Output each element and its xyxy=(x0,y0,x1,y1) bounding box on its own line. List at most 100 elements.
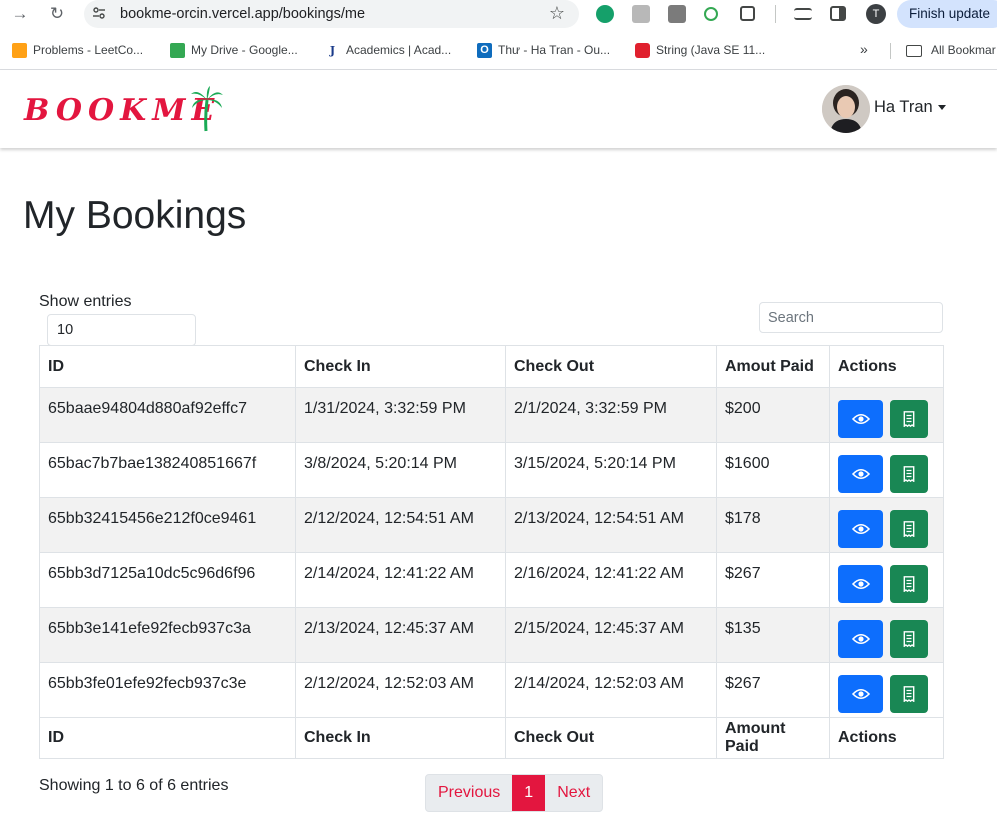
search-input[interactable] xyxy=(759,302,943,333)
extensions-puzzle-icon[interactable] xyxy=(740,6,755,21)
booking-id: 65bb32415456e212f0ce9461 xyxy=(39,497,296,553)
column-header-check-in[interactable]: Check In xyxy=(295,345,506,388)
extension-link-icon[interactable] xyxy=(704,7,718,21)
check-in-date: 2/14/2024, 12:41:22 AM xyxy=(295,552,506,608)
row-actions xyxy=(829,607,944,663)
site-settings-icon[interactable] xyxy=(92,6,106,20)
bookmark-label: Problems - LeetCo... xyxy=(33,43,144,57)
page-1-button[interactable]: 1 xyxy=(512,775,546,811)
toolbar-divider xyxy=(775,5,776,23)
row-actions xyxy=(829,662,944,718)
booking-id: 65bac7b7bae138240851667f xyxy=(39,442,296,498)
user-photo-icon xyxy=(822,85,870,133)
column-header-check-out[interactable]: Check Out xyxy=(505,345,717,388)
footer-check-out: Check Out xyxy=(505,717,717,759)
table-row: 65bb3e141efe92fecb937c3a 2/13/2024, 12:45… xyxy=(39,607,944,663)
previous-page-button[interactable]: Previous xyxy=(426,775,512,811)
footer-check-in: Check In xyxy=(295,717,506,759)
grammarly-icon[interactable] xyxy=(596,5,614,23)
check-out-date: 3/15/2024, 5:20:14 PM xyxy=(505,442,717,498)
receipt-button[interactable] xyxy=(890,400,928,438)
column-header-actions[interactable]: Actions xyxy=(829,345,944,388)
user-name: Ha Tran xyxy=(874,98,933,116)
receipt-button[interactable] xyxy=(890,675,928,713)
page-title: My Bookings xyxy=(23,194,247,237)
leetcode-icon xyxy=(12,43,27,58)
bookmark-label: Thư - Ha Tran - Ou... xyxy=(498,43,611,57)
palm-tree-icon xyxy=(191,86,223,132)
check-in-date: 2/13/2024, 12:45:37 AM xyxy=(295,607,506,663)
row-actions xyxy=(829,497,944,553)
receipt-button[interactable] xyxy=(890,510,928,548)
column-header-id[interactable]: ID xyxy=(39,345,296,388)
bookmark-leetcode[interactable]: Problems - LeetCo... xyxy=(12,41,143,59)
check-out-date: 2/1/2024, 3:32:59 PM xyxy=(505,387,717,443)
check-in-date: 3/8/2024, 5:20:14 PM xyxy=(295,442,506,498)
amount-paid: $267 xyxy=(716,552,830,608)
forward-icon[interactable]: → xyxy=(9,3,31,25)
footer-id: ID xyxy=(39,717,296,759)
bookmark-java-string[interactable]: String (Java SE 11... xyxy=(635,41,765,59)
bookmarks-divider xyxy=(890,43,891,59)
receipt-button[interactable] xyxy=(890,565,928,603)
amount-paid: $267 xyxy=(716,662,830,718)
pagination: Previous 1 Next xyxy=(425,774,604,812)
bookmark-academics[interactable]: J Academics | Acad... xyxy=(325,41,451,59)
profile-avatar-icon[interactable]: T xyxy=(866,4,886,24)
receipt-button[interactable] xyxy=(890,455,928,493)
finish-update-button[interactable]: Finish update xyxy=(897,0,997,28)
oracle-icon xyxy=(635,43,650,58)
view-booking-button[interactable] xyxy=(838,400,883,438)
j-icon: J xyxy=(329,44,336,57)
table-row: 65bb3d7125a10dc5c96d6f96 2/14/2024, 12:41… xyxy=(39,552,944,608)
app-navbar: BOOKME Ha Tran xyxy=(0,70,997,148)
amount-paid: $1600 xyxy=(716,442,830,498)
table-row: 65bb32415456e212f0ce9461 2/12/2024, 12:54… xyxy=(39,497,944,553)
booking-id: 65baae94804d880af92effc7 xyxy=(39,387,296,443)
bookings-table: ID Check In Check Out Amout Paid Actions… xyxy=(39,345,944,759)
amount-paid: $178 xyxy=(716,497,830,553)
bookmark-google-drive[interactable]: My Drive - Google... xyxy=(170,41,298,59)
view-booking-button[interactable] xyxy=(838,620,883,658)
extension-r-icon[interactable] xyxy=(632,5,650,23)
row-actions xyxy=(829,552,944,608)
footer-amount: Amount Paid xyxy=(716,717,830,759)
bookmarks-bar: Problems - LeetCo... My Drive - Google..… xyxy=(0,38,997,62)
column-header-amount[interactable]: Amout Paid xyxy=(716,345,830,388)
table-row: 65bac7b7bae138240851667f 3/8/2024, 5:20:1… xyxy=(39,442,944,498)
avatar[interactable] xyxy=(822,85,870,133)
amount-paid: $200 xyxy=(716,387,830,443)
table-footer-row: ID Check In Check Out Amount Paid Action… xyxy=(39,717,944,759)
bookmark-label: My Drive - Google... xyxy=(191,43,298,57)
table-row: 65bb3fe01efe92fecb937c3e 2/12/2024, 12:52… xyxy=(39,662,944,718)
google-drive-icon xyxy=(170,43,185,58)
view-booking-button[interactable] xyxy=(838,565,883,603)
check-in-date: 1/31/2024, 3:32:59 PM xyxy=(295,387,506,443)
check-out-date: 2/16/2024, 12:41:22 AM xyxy=(505,552,717,608)
browser-chrome: → ↻ bookme-orcin.vercel.app/bookings/me … xyxy=(0,0,997,70)
show-entries-label: Show entries xyxy=(39,293,132,310)
more-bookmarks-chevron-icon[interactable]: » xyxy=(860,41,868,57)
all-bookmarks-folder[interactable]: All Bookmar xyxy=(906,41,996,59)
receipt-button[interactable] xyxy=(890,620,928,658)
view-booking-button[interactable] xyxy=(838,675,883,713)
dropdown-caret-icon xyxy=(938,105,946,110)
table-row: 65baae94804d880af92effc7 1/31/2024, 3:32:… xyxy=(39,387,944,443)
page-length-select[interactable] xyxy=(47,314,196,346)
bookmark-label: Academics | Acad... xyxy=(346,43,452,57)
table-header-row: ID Check In Check Out Amout Paid Actions xyxy=(39,345,944,388)
address-bar[interactable]: bookme-orcin.vercel.app/bookings/me ☆ xyxy=(84,0,579,28)
check-out-date: 2/13/2024, 12:54:51 AM xyxy=(505,497,717,553)
extension-butterfly-icon[interactable] xyxy=(668,5,686,23)
view-booking-button[interactable] xyxy=(838,510,883,548)
check-in-date: 2/12/2024, 12:54:51 AM xyxy=(295,497,506,553)
bookmark-outlook[interactable]: O Thư - Ha Tran - Ou... xyxy=(477,41,610,59)
view-booking-button[interactable] xyxy=(838,455,883,493)
reading-list-icon[interactable] xyxy=(794,8,812,20)
next-page-button[interactable]: Next xyxy=(545,775,602,811)
url-text[interactable]: bookme-orcin.vercel.app/bookings/me xyxy=(120,6,365,22)
side-panel-icon[interactable] xyxy=(830,6,846,21)
amount-paid: $135 xyxy=(716,607,830,663)
bookmark-star-icon[interactable]: ☆ xyxy=(549,3,565,24)
reload-icon[interactable]: ↻ xyxy=(46,3,68,25)
